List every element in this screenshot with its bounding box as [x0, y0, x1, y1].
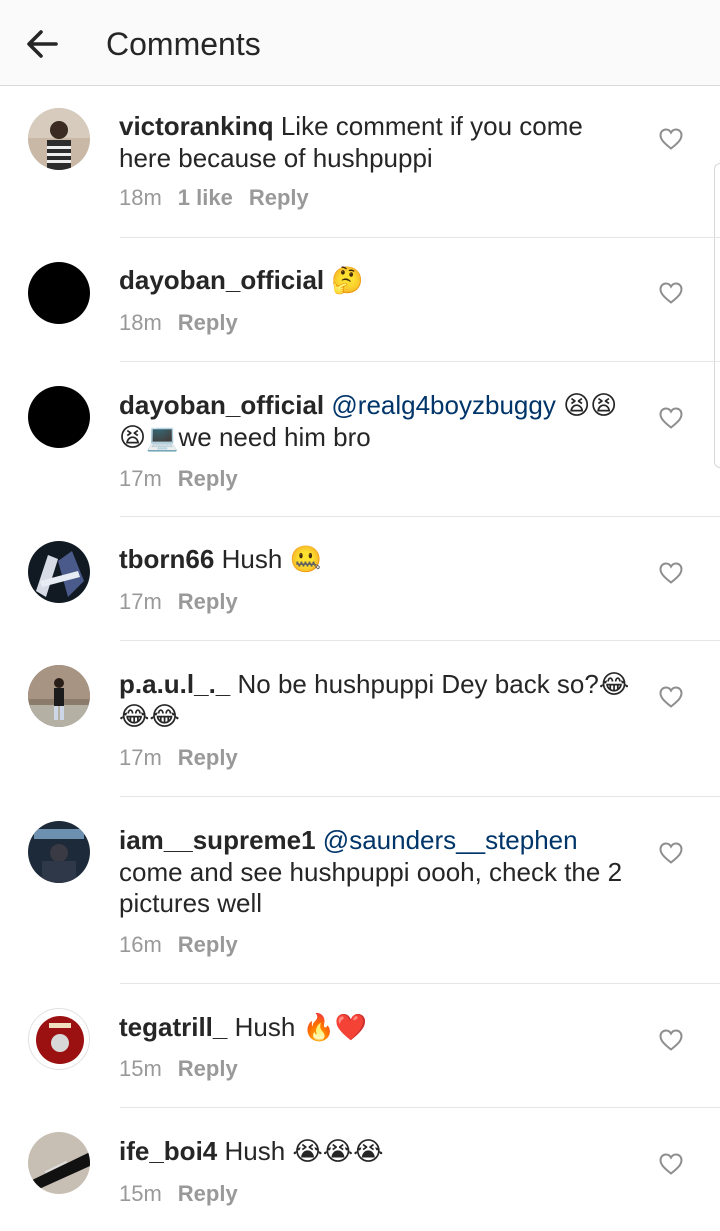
- comment-text: tegatrill_ Hush 🔥❤️: [119, 1012, 639, 1044]
- comment-time: 18m: [119, 185, 162, 210]
- comment-time: 15m: [119, 1181, 162, 1206]
- comment-meta: 18m Reply: [119, 309, 238, 337]
- reply-button[interactable]: Reply: [178, 466, 238, 491]
- comment-username[interactable]: ife_boi4: [119, 1136, 217, 1166]
- heart-outline-icon[interactable]: [659, 1029, 683, 1051]
- comment-body: Hush 🤐: [221, 544, 322, 574]
- heart-outline-icon[interactable]: [659, 282, 683, 304]
- heart-outline-icon[interactable]: [659, 562, 683, 584]
- comment-text: ife_boi4 Hush 😭😭😭: [119, 1136, 639, 1168]
- heart-outline-icon[interactable]: [659, 686, 683, 708]
- comment-time: 18m: [119, 310, 162, 335]
- comment-username[interactable]: dayoban_official: [119, 265, 324, 295]
- comment-mention[interactable]: @realg4boyzbuggy: [331, 390, 555, 420]
- comment-meta: 17m Reply: [119, 588, 238, 616]
- reply-button[interactable]: Reply: [178, 932, 238, 957]
- comment-likes[interactable]: 1 like: [178, 185, 233, 210]
- comment-item: p.a.u.l_._ No be hushpuppi Dey back so?😂…: [0, 641, 720, 797]
- comment-item: iam__supreme1 @saunders__stephen come an…: [0, 797, 720, 984]
- comment-text: victorankinq Like comment if you come he…: [119, 111, 639, 174]
- top-bar: Comments: [0, 0, 720, 86]
- page-title: Comments: [106, 26, 261, 62]
- comment-username[interactable]: victorankinq: [119, 111, 274, 141]
- comment-body: Hush 😭😭😭: [224, 1136, 384, 1166]
- avatar[interactable]: [28, 108, 90, 170]
- comments-list: victorankinq Like comment if you come he…: [0, 86, 720, 1231]
- comment-text: p.a.u.l_._ No be hushpuppi Dey back so?😂…: [119, 669, 639, 732]
- comment-meta: 15m Reply: [119, 1180, 238, 1208]
- reply-button[interactable]: Reply: [178, 1056, 238, 1081]
- heart-outline-icon[interactable]: [659, 842, 683, 864]
- comment-body: 🤔: [331, 265, 364, 295]
- reply-button[interactable]: Reply: [178, 310, 238, 335]
- avatar[interactable]: [28, 821, 90, 883]
- avatar[interactable]: [28, 1008, 90, 1070]
- heart-outline-icon[interactable]: [659, 407, 683, 429]
- comment-time: 16m: [119, 932, 162, 957]
- comment-time: 17m: [119, 745, 162, 770]
- comment-body: Hush 🔥❤️: [234, 1012, 368, 1042]
- reply-button[interactable]: Reply: [178, 589, 238, 614]
- reply-button[interactable]: Reply: [178, 1181, 238, 1206]
- comment-item: tborn66 Hush 🤐 17m Reply: [0, 517, 720, 641]
- heart-outline-icon[interactable]: [659, 128, 683, 150]
- comment-mention[interactable]: @saunders__stephen: [323, 825, 578, 855]
- comment-item: tegatrill_ Hush 🔥❤️ 15m Reply: [0, 984, 720, 1108]
- comment-item: dayoban_official 🤔 18m Reply: [0, 238, 720, 362]
- comment-text: dayoban_official @realg4boyzbuggy 😫😫😫💻we…: [119, 390, 639, 453]
- comment-meta: 15m Reply: [119, 1055, 238, 1083]
- reply-button[interactable]: Reply: [249, 185, 309, 210]
- comment-meta: 16m Reply: [119, 931, 238, 959]
- avatar[interactable]: [28, 386, 90, 448]
- comment-time: 17m: [119, 466, 162, 491]
- comment-text: dayoban_official 🤔: [119, 265, 639, 297]
- reply-button[interactable]: Reply: [178, 745, 238, 770]
- comment-time: 17m: [119, 589, 162, 614]
- avatar[interactable]: [28, 262, 90, 324]
- comment-username[interactable]: tborn66: [119, 544, 214, 574]
- comment-item: victorankinq Like comment if you come he…: [0, 86, 720, 238]
- avatar[interactable]: [28, 541, 90, 603]
- comment-item: dayoban_official @realg4boyzbuggy 😫😫😫💻we…: [0, 362, 720, 517]
- comment-username[interactable]: tegatrill_: [119, 1012, 227, 1042]
- comment-item: ife_boi4 Hush 😭😭😭 15m Reply: [0, 1108, 720, 1231]
- comment-username[interactable]: dayoban_official: [119, 390, 324, 420]
- comment-meta: 18m 1 like Reply: [119, 184, 309, 212]
- heart-outline-icon[interactable]: [659, 1153, 683, 1175]
- avatar[interactable]: [28, 1132, 90, 1194]
- comment-username[interactable]: p.a.u.l_._: [119, 669, 230, 699]
- comment-text: tborn66 Hush 🤐: [119, 544, 639, 576]
- comment-text: iam__supreme1 @saunders__stephen come an…: [119, 825, 639, 920]
- comment-meta: 17m Reply: [119, 465, 238, 493]
- comment-username[interactable]: iam__supreme1: [119, 825, 316, 855]
- comment-meta: 17m Reply: [119, 744, 238, 772]
- back-button[interactable]: [22, 24, 62, 64]
- comment-time: 15m: [119, 1056, 162, 1081]
- avatar[interactable]: [28, 665, 90, 727]
- comment-body: come and see hushpuppi oooh, check the 2…: [119, 856, 623, 919]
- arrow-left-icon: [27, 30, 58, 58]
